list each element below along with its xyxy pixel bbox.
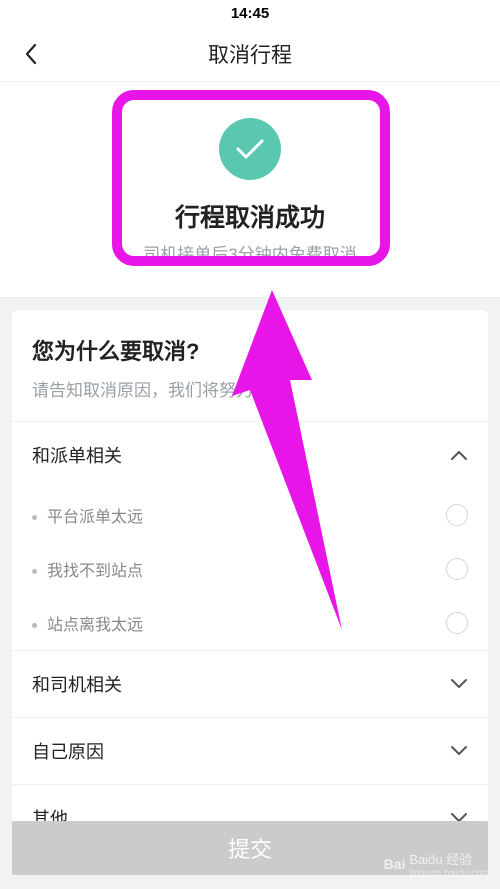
status-bar: 14:45 <box>0 0 500 26</box>
chevron-down-icon <box>450 745 468 757</box>
card-header: 您为什么要取消? 请告知取消原因，我们将努力改善 <box>12 310 488 421</box>
chevron-left-icon <box>24 43 38 65</box>
option-cant-find-stop[interactable]: 我找不到站点 <box>12 542 488 596</box>
nav-bar: 取消行程 <box>0 26 500 82</box>
page-title: 取消行程 <box>14 39 486 69</box>
success-check-icon <box>219 118 281 180</box>
group-dispatch[interactable]: 和派单相关 <box>12 421 488 488</box>
group-driver[interactable]: 和司机相关 <box>12 650 488 717</box>
cancel-reason-card: 您为什么要取消? 请告知取消原因，我们将努力改善 和派单相关 平台派单太远 我找… <box>12 310 488 853</box>
success-title: 行程取消成功 <box>143 198 356 234</box>
card-title: 您为什么要取消? <box>32 334 468 366</box>
card-subtitle: 请告知取消原因，我们将努力改善 <box>32 376 468 401</box>
success-banner: 行程取消成功 司机接单后3分钟内免费取消 <box>0 82 500 298</box>
radio-icon <box>446 504 468 526</box>
status-time: 14:45 <box>231 5 269 22</box>
group-label: 和派单相关 <box>32 442 122 468</box>
group-label: 自己原因 <box>32 738 104 764</box>
chevron-down-icon <box>450 678 468 690</box>
back-button[interactable] <box>18 41 44 67</box>
submit-button[interactable]: 提交 <box>12 821 488 875</box>
option-platform-too-far[interactable]: 平台派单太远 <box>12 488 488 542</box>
chevron-up-icon <box>450 449 468 461</box>
group-label: 和司机相关 <box>32 671 122 697</box>
radio-icon <box>446 558 468 580</box>
success-subtitle: 司机接单后3分钟内免费取消 <box>143 240 356 265</box>
group-self[interactable]: 自己原因 <box>12 717 488 784</box>
option-stop-too-far[interactable]: 站点离我太远 <box>12 596 488 650</box>
radio-icon <box>446 612 468 634</box>
